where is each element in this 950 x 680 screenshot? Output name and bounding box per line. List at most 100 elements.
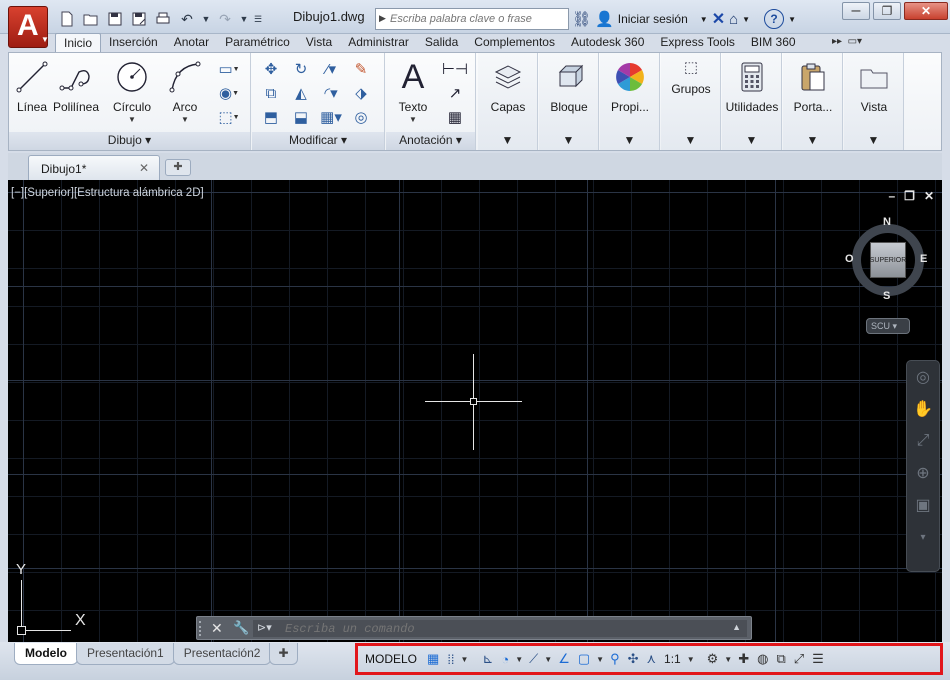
navbar-customize-icon[interactable]: ▾ — [907, 521, 939, 553]
hardware-acceleration-icon[interactable]: ⧉ — [772, 647, 789, 671]
close-icon[interactable]: ✕ — [904, 2, 948, 20]
trim-icon[interactable]: ⁄▾ — [316, 57, 346, 81]
annotation-panel-title[interactable]: Anotación ▾ — [386, 132, 475, 150]
undo-icon[interactable]: ↶ — [176, 9, 198, 29]
viewport-close-icon[interactable]: ✕ — [924, 189, 934, 203]
minimize-icon[interactable]: – — [842, 2, 870, 20]
customization-menu-icon[interactable]: ☰ — [808, 647, 828, 671]
application-menu-button[interactable]: A ▼ — [8, 6, 49, 48]
groups-panel[interactable]: ⬚ Grupos ▼ — [661, 53, 721, 150]
isometric-dropdown-icon[interactable]: ▼ — [542, 647, 554, 671]
annotation-scale-dropdown-icon[interactable]: ▼ — [685, 647, 697, 671]
showmotion-icon[interactable]: ▣ — [907, 489, 939, 521]
block-panel[interactable]: Bloque ▼ — [539, 53, 599, 150]
snap-icon[interactable]: ⁞⁞ — [443, 647, 458, 671]
tab-bim-360[interactable]: BIM 360 — [743, 33, 804, 52]
utilities-button[interactable]: Utilidades — [722, 57, 782, 114]
tab-salida[interactable]: Salida — [417, 33, 466, 52]
orbit-icon[interactable]: ⊕ — [907, 457, 939, 489]
new-icon[interactable] — [56, 9, 78, 29]
tab-autodesk-360[interactable]: Autodesk 360 — [563, 33, 652, 52]
a360-dropdown-icon[interactable]: ▼ — [742, 15, 750, 24]
layout-tab-presentation1[interactable]: Presentación1 — [76, 643, 175, 665]
layers-panel[interactable]: Capas ▼ — [478, 53, 538, 150]
tab-anotar[interactable]: Anotar — [166, 33, 217, 52]
exchange-apps-icon[interactable]: ✕ — [712, 9, 725, 29]
fillet-icon[interactable]: ◜▾ — [316, 81, 346, 105]
tab-vista[interactable]: Vista — [298, 33, 340, 52]
redo-dropdown-icon[interactable]: ▼ — [238, 9, 250, 29]
text-button[interactable]: A Texto ▼ — [394, 57, 432, 125]
ucs-menu[interactable]: SCU ▾ — [866, 318, 910, 334]
clipboard-panel[interactable]: Porta... ▼ — [783, 53, 843, 150]
properties-button[interactable]: Propi... — [600, 57, 660, 114]
scale-icon[interactable]: ⬓ — [286, 105, 316, 129]
ortho-icon[interactable]: ⊾ — [478, 647, 497, 671]
help-icon[interactable]: ? — [764, 9, 785, 29]
arc-button[interactable]: Arco ▼ — [165, 57, 205, 124]
annotation-scale-value[interactable]: 1:1 — [660, 647, 685, 671]
offset-icon[interactable]: ◎ — [346, 105, 376, 129]
snap-dropdown-icon[interactable]: ▼ — [459, 647, 471, 671]
new-tab-icon[interactable]: ✚ — [165, 159, 191, 176]
arc-dropdown-icon[interactable]: ▼ — [165, 115, 205, 124]
redo-icon[interactable]: ↷ — [214, 9, 236, 29]
circle-dropdown-icon[interactable]: ▼ — [107, 115, 157, 124]
layout-tab-presentation2[interactable]: Presentación2 — [172, 643, 272, 665]
properties-dropdown-icon[interactable]: ▼ — [600, 132, 659, 150]
layers-dropdown-icon[interactable]: ▼ — [478, 132, 537, 150]
hatch-icon[interactable]: ◉ ▼ — [209, 81, 249, 105]
tab-complementos[interactable]: Complementos — [466, 33, 563, 52]
viewport-controls-label[interactable]: [−][Superior][Estructura alámbrica 2D] — [11, 187, 204, 199]
plot-icon[interactable] — [152, 9, 174, 29]
viewport-minimize-icon[interactable]: – — [888, 189, 895, 203]
isometric-icon[interactable]: ⟋ — [525, 647, 542, 671]
stretch-icon[interactable]: ⬒ — [256, 105, 286, 129]
array-icon[interactable]: ▦▾ — [316, 105, 346, 129]
table-icon[interactable]: ▦ — [438, 105, 472, 129]
rotate-icon[interactable]: ↻ — [286, 57, 316, 81]
command-input-box[interactable]: ⊳▾ ▲ — [253, 620, 747, 637]
undo-dropdown-icon[interactable]: ▼ — [200, 9, 212, 29]
viewcube-face-top[interactable]: SUPERIOR — [870, 242, 906, 278]
drawing-area[interactable]: [−][Superior][Estructura alámbrica 2D] –… — [8, 180, 942, 642]
view-button[interactable]: Vista — [844, 57, 904, 114]
properties-panel[interactable]: Propi... ▼ — [600, 53, 660, 150]
block-dropdown-icon[interactable]: ▼ — [539, 132, 598, 150]
mirror-icon[interactable]: ◭ — [286, 81, 316, 105]
command-line-settings-icon[interactable]: 🔧 — [233, 620, 249, 636]
steering-wheel-icon[interactable]: ◎ — [907, 361, 939, 393]
boundary-icon[interactable]: ⬚ ▼ — [209, 105, 249, 129]
compass-west[interactable]: O — [845, 253, 854, 265]
view-panel[interactable]: Vista ▼ — [844, 53, 904, 150]
autodesk-360-icon[interactable]: ⌂ — [729, 11, 738, 28]
groups-button[interactable]: ⬚ Grupos — [661, 55, 721, 96]
annotation-visibility-icon[interactable]: ⚲ — [606, 647, 624, 671]
new-layout-icon[interactable]: ✚ — [269, 643, 298, 665]
save-as-icon[interactable] — [128, 9, 150, 29]
pan-icon[interactable]: ✋ — [907, 393, 939, 425]
copy-icon[interactable]: ⧉ — [256, 81, 286, 105]
zoom-extents-icon[interactable]: ⤢ — [907, 425, 939, 457]
block-button[interactable]: Bloque — [539, 57, 599, 114]
auto-scale-icon[interactable]: ✣ — [624, 647, 643, 671]
restore-icon[interactable]: ❐ — [873, 2, 901, 20]
save-icon[interactable] — [104, 9, 126, 29]
line-button[interactable]: Línea — [13, 57, 51, 114]
layers-button[interactable]: Capas — [478, 57, 538, 114]
grid-icon[interactable]: ▦ — [423, 647, 443, 671]
binoculars-icon[interactable]: ⛓ — [572, 10, 591, 28]
object-snap-tracking-icon[interactable]: ∠ — [554, 647, 574, 671]
polar-tracking-icon[interactable]: ◔ — [497, 647, 513, 671]
tab-administrar[interactable]: Administrar — [340, 33, 417, 52]
command-line-grip[interactable] — [199, 621, 204, 636]
clipboard-button[interactable]: Porta... — [783, 57, 843, 114]
viewport-restore-icon[interactable]: ❐ — [904, 189, 915, 203]
polar-dropdown-icon[interactable]: ▼ — [513, 647, 525, 671]
user-icon[interactable]: 👤 — [595, 10, 614, 28]
compass-north[interactable]: N — [883, 216, 891, 228]
ribbon-tab-overflow-icon[interactable]: ▸▸ ▭▾ — [832, 36, 862, 47]
polyline-button[interactable]: Polilínea — [51, 57, 101, 114]
viewcube[interactable]: SUPERIOR N S E O — [845, 216, 928, 302]
help-dropdown-icon[interactable]: ▼ — [788, 15, 796, 24]
